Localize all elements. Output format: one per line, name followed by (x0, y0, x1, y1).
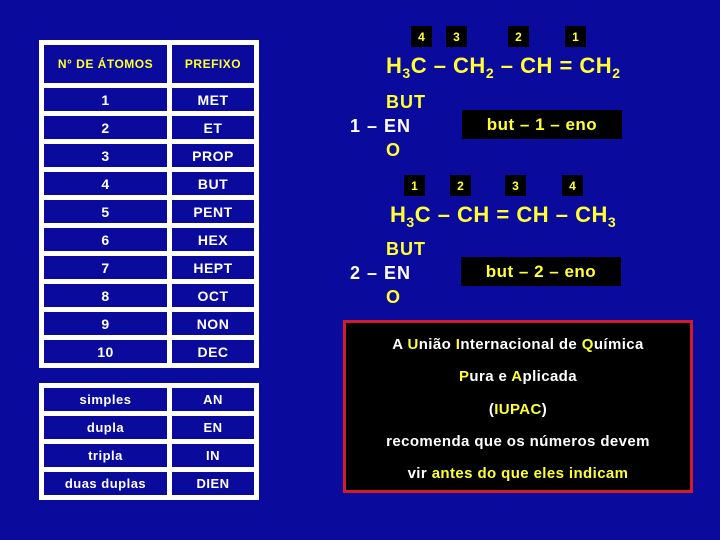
breakdown-prefix: BUT (386, 92, 426, 112)
bond-cell: dupla (44, 416, 167, 439)
carbon-number-box: 4 (411, 26, 432, 47)
atoms-cell: 8 (44, 284, 167, 307)
note-line-4: recomenda que os números devem (386, 433, 650, 450)
carbon-number-box: 2 (450, 175, 471, 196)
atoms-cell: 7 (44, 256, 167, 279)
prefix-cell: HEX (172, 228, 254, 251)
compound-name: but – 1 – eno (462, 110, 622, 139)
bond-cell: duas duplas (44, 472, 167, 495)
note-line-5: vir antes do que eles indicam (407, 465, 629, 482)
prefix-cell: PROP (172, 144, 254, 167)
header-atoms: N° DE ÁTOMOS (44, 45, 167, 83)
atoms-cell: 3 (44, 144, 167, 167)
note-line-2: Pura e Aplicada (458, 368, 577, 385)
prefix-cell: BUT (172, 172, 254, 195)
iupac-note-box: A União Internacional de Química Pura e … (343, 320, 693, 493)
prefix-table: N° DE ÁTOMOS PREFIXO 1 MET 2 ET 3 PROP 4… (39, 40, 259, 368)
iupac-acronym: IUPAC (494, 401, 542, 418)
note-line-3: (IUPAC) (488, 401, 548, 418)
header-prefix: PREFIXO (172, 45, 254, 83)
infix-cell: AN (172, 388, 254, 411)
structural-formula: H3C – CH = CH – CH3 (390, 202, 617, 230)
bond-infix-table: simples AN dupla EN tripla IN duas dupla… (39, 383, 259, 500)
prefix-cell: NON (172, 312, 254, 335)
name-breakdown: BUT 2 – EN O (350, 237, 426, 309)
prefix-cell: MET (172, 88, 254, 111)
name-breakdown: BUT 1 – EN O (350, 90, 426, 162)
prefix-cell: HEPT (172, 256, 254, 279)
note-line-1: A União Internacional de Química (392, 336, 644, 353)
atoms-cell: 6 (44, 228, 167, 251)
atoms-cell: 9 (44, 312, 167, 335)
prefix-cell: OCT (172, 284, 254, 307)
carbon-number-box: 1 (404, 175, 425, 196)
bond-cell: tripla (44, 444, 167, 467)
carbon-number-box: 4 (562, 175, 583, 196)
compound-name: but – 2 – eno (461, 257, 621, 286)
structural-formula: H3C – CH2 – CH = CH2 (386, 53, 621, 81)
breakdown-prefix: BUT (386, 239, 426, 259)
breakdown-infix: EN (384, 263, 412, 283)
breakdown-locant: 2 – (350, 263, 385, 283)
carbon-number-box: 2 (508, 26, 529, 47)
atoms-cell: 5 (44, 200, 167, 223)
breakdown-suffix: O (386, 287, 402, 307)
atoms-cell: 2 (44, 116, 167, 139)
prefix-cell: ET (172, 116, 254, 139)
atoms-cell: 10 (44, 340, 167, 363)
breakdown-suffix: O (386, 140, 402, 160)
atoms-cell: 1 (44, 88, 167, 111)
infix-cell: EN (172, 416, 254, 439)
bond-cell: simples (44, 388, 167, 411)
infix-cell: DIEN (172, 472, 254, 495)
carbon-number-box: 1 (565, 26, 586, 47)
carbon-number-box: 3 (446, 26, 467, 47)
prefix-cell: DEC (172, 340, 254, 363)
prefix-cell: PENT (172, 200, 254, 223)
atoms-cell: 4 (44, 172, 167, 195)
carbon-number-box: 3 (505, 175, 526, 196)
breakdown-infix: EN (384, 116, 412, 136)
breakdown-locant: 1 – (350, 116, 385, 136)
infix-cell: IN (172, 444, 254, 467)
